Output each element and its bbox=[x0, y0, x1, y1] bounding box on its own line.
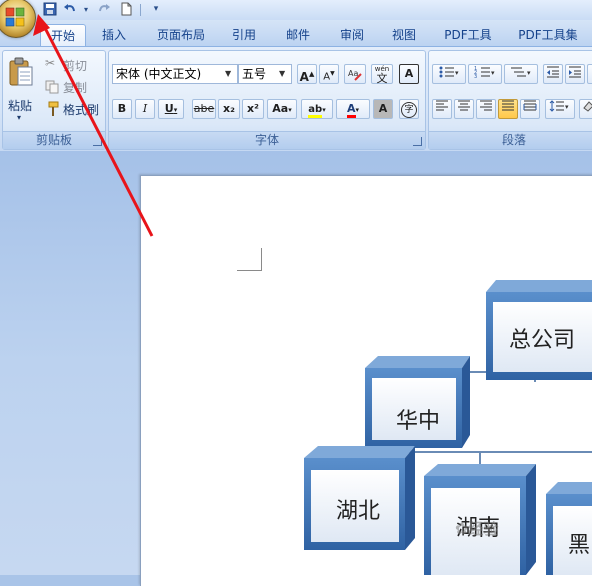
org-node-heilongjiang[interactable]: 黑 bbox=[546, 482, 592, 575]
watermark-text: 经验 bbox=[468, 520, 499, 538]
paw-icon: ✿ bbox=[455, 519, 469, 538]
org-node-heilongjiang-label: 黑 bbox=[568, 533, 590, 558]
org-chart[interactable]: 总公司 华中 湖北 湖南 黑 bbox=[0, 0, 592, 575]
org-node-central-china[interactable]: 华中 bbox=[365, 356, 470, 448]
org-node-head-office-label: 总公司 bbox=[509, 328, 575, 353]
org-node-central-china-label: 华中 bbox=[396, 409, 440, 434]
org-node-head-office[interactable]: 总公司 bbox=[486, 280, 592, 380]
watermark: ✿经验 bbox=[455, 518, 498, 539]
org-node-hubei-label: 湖北 bbox=[336, 499, 380, 524]
org-node-hubei[interactable]: 湖北 bbox=[304, 446, 415, 550]
